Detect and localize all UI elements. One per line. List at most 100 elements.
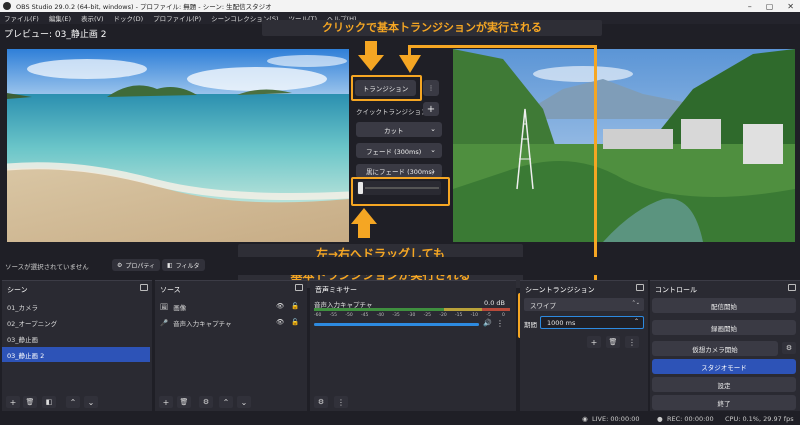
rec-indicator-icon: ● xyxy=(657,415,663,423)
chevron-updown-icon: ⌃⌄ xyxy=(631,300,640,306)
minimize-icon[interactable]: – xyxy=(748,2,752,11)
studio-mode-button[interactable]: スタジオモード xyxy=(652,359,796,374)
program-canvas xyxy=(453,49,795,242)
exit-button[interactable]: 終了 xyxy=(652,395,796,410)
mixer-menu-icon[interactable]: ⋮ xyxy=(496,319,504,328)
preview-label: プレビュー: 03_静止画 2 xyxy=(4,30,107,40)
menu-profile[interactable]: プロファイル(P) xyxy=(153,13,201,23)
filters-button[interactable]: ◧ フィルタ xyxy=(162,259,205,271)
meter-tick-label: -25 xyxy=(423,313,432,318)
mic-icon: 🎤 xyxy=(160,318,169,327)
spinner-icon[interactable]: ⌃ xyxy=(634,318,639,325)
source-down-button[interactable]: ⌄ xyxy=(237,396,251,408)
scene-transition-title: シーントランジション xyxy=(525,286,595,294)
duration-input[interactable]: 1000 ms ⌃ xyxy=(540,316,644,329)
annotation-box-transition xyxy=(351,75,422,101)
scene-item[interactable]: 02_オープニング xyxy=(2,315,152,330)
scenes-title: シーン xyxy=(7,286,28,294)
remove-source-button[interactable]: 🗑 xyxy=(177,396,191,408)
meter-tick-label: -5 xyxy=(486,313,491,318)
remove-transition-button[interactable]: 🗑 xyxy=(606,336,620,348)
eye-icon[interactable]: 👁 xyxy=(276,318,284,326)
source-item[interactable]: 🖼 画像 👁 🔓 xyxy=(155,299,305,314)
speaker-icon[interactable]: 🔊 xyxy=(483,319,492,327)
close-icon[interactable]: ✕ xyxy=(787,2,794,11)
rec-time: REC: 00:00:00 xyxy=(667,415,714,423)
filter-icon: ◧ xyxy=(167,261,173,269)
audio-mixer-dock: 音声ミキサー 音声入力キャプチャ 0.0 dB -60 -55 -50 -45 -40-… xyxy=(310,280,516,411)
quick-transition-cut[interactable]: カット ⌄ xyxy=(356,122,442,137)
properties-button[interactable]: ⚙ プロパティ xyxy=(112,259,161,271)
annotation-box-slider xyxy=(351,177,450,206)
popout-icon[interactable] xyxy=(140,284,148,291)
live-time: LIVE: 00:00:00 xyxy=(592,415,640,423)
audio-meter-scale: -60 -55 -50 -45 -40 -35 -30 -25 -20 -15 -10 -5 0 xyxy=(314,313,510,320)
audio-meter xyxy=(314,308,510,311)
settings-button[interactable]: 設定 xyxy=(652,377,796,392)
remove-scene-button[interactable]: 🗑 xyxy=(23,396,37,408)
duration-label: 期間 xyxy=(524,321,537,329)
add-transition-button[interactable]: + xyxy=(587,336,601,348)
cpu-fps: CPU: 0.1%, 29.97 fps xyxy=(725,415,794,423)
meter-tick-label: -55 xyxy=(329,313,338,318)
volume-slider[interactable] xyxy=(314,323,479,326)
arrow-down-icon xyxy=(358,41,384,71)
controls-title: コントロール xyxy=(655,286,697,294)
meter-tick-label: -45 xyxy=(361,313,369,318)
popout-icon[interactable] xyxy=(636,284,644,291)
arrow-up-icon xyxy=(351,208,377,238)
gear-icon: ⚙ xyxy=(117,261,123,269)
eye-icon[interactable]: 👁 xyxy=(276,302,284,310)
scene-transitions-dock: シーントランジション スワイプ ⌃⌄ 期間 1000 ms ⌃ + 🗑 ⋮ xyxy=(520,280,648,411)
mixer-settings-button[interactable]: ⚙ xyxy=(314,396,328,408)
quick-transition-fade-black[interactable]: 黒にフェード (300ms) ⌄ xyxy=(356,164,442,178)
add-scene-button[interactable]: + xyxy=(6,396,20,408)
start-streaming-button[interactable]: 配信開始 xyxy=(652,298,796,313)
scene-item-selected[interactable]: 03_静止画 2 xyxy=(2,347,150,362)
no-source-label: ソースが選択されていません xyxy=(5,263,89,271)
arrow-down-small-icon xyxy=(399,55,421,73)
window-title: OBS Studio 29.0.2 (64-bit, windows) - プロ… xyxy=(16,3,272,11)
add-source-button[interactable]: + xyxy=(159,396,173,408)
meter-tick-label: -50 xyxy=(345,313,353,318)
popout-icon[interactable] xyxy=(295,284,303,291)
meter-tick-label: 0 xyxy=(502,313,505,318)
virtual-camera-settings-icon[interactable]: ⚙ xyxy=(782,342,796,354)
scene-filters-button[interactable]: ◧ xyxy=(42,396,56,408)
mixer-more-button[interactable]: ⋮ xyxy=(334,396,348,408)
meter-tick-label: -60 xyxy=(314,313,322,318)
menu-edit[interactable]: 編集(E) xyxy=(49,13,71,23)
source-item[interactable]: 🎤 音声入力キャプチャ 👁 🔓 xyxy=(155,315,305,330)
start-recording-button[interactable]: 録画開始 xyxy=(652,320,796,335)
preview-canvas[interactable] xyxy=(7,49,349,242)
volume-slider-fill xyxy=(314,323,479,326)
sources-dock: ソース 🖼 画像 👁 🔓 🎤 音声入力キャプチャ 👁 🔓 + 🗑 ⚙ ⌃ ⌄ xyxy=(155,280,307,411)
add-quick-transition-button[interactable]: + xyxy=(423,102,439,116)
menu-dock[interactable]: ドック(D) xyxy=(114,13,144,23)
source-properties-button[interactable]: ⚙ xyxy=(199,396,213,408)
quick-transition-fade[interactable]: フェード (300ms) ⌄ xyxy=(356,143,442,158)
scene-item[interactable]: 01_カメラ xyxy=(2,299,152,314)
scene-up-button[interactable]: ⌃ xyxy=(66,396,80,408)
transition-type-select[interactable]: スワイプ ⌃⌄ xyxy=(524,298,644,311)
annotation-line-top xyxy=(410,45,596,48)
scene-down-button[interactable]: ⌄ xyxy=(84,396,98,408)
mixer-db: 0.0 dB xyxy=(484,299,505,307)
transition-more-button[interactable]: ⋮ xyxy=(423,80,439,96)
start-virtual-camera-button[interactable]: 仮想カメラ開始 xyxy=(652,341,778,356)
transition-more-menu[interactable]: ⋮ xyxy=(625,336,639,348)
maximize-icon[interactable]: ▢ xyxy=(766,2,774,11)
scene-item[interactable]: 03_静止画 xyxy=(2,331,152,346)
annotation-top-text: クリックで基本トランジションが実行される xyxy=(262,20,602,36)
obs-logo-icon xyxy=(3,2,11,10)
status-bar: ◉ LIVE: 00:00:00 ● REC: 00:00:00 CPU: 0.… xyxy=(0,413,800,425)
popout-icon[interactable] xyxy=(788,284,796,291)
source-up-button[interactable]: ⌃ xyxy=(219,396,233,408)
menu-file[interactable]: ファイル(F) xyxy=(4,13,39,23)
lock-icon[interactable]: 🔓 xyxy=(291,302,299,310)
menu-view[interactable]: 表示(V) xyxy=(81,13,104,23)
live-indicator-icon: ◉ xyxy=(582,415,588,423)
meter-tick-label: -40 xyxy=(376,313,385,318)
lock-icon[interactable]: 🔓 xyxy=(291,318,299,326)
meter-tick-label: -10 xyxy=(470,313,479,318)
